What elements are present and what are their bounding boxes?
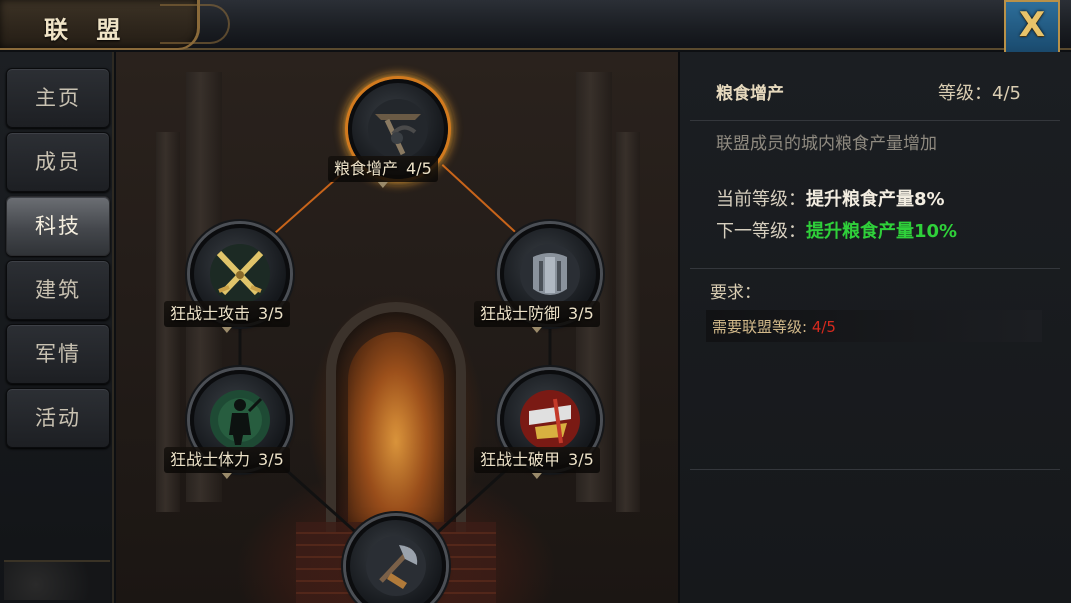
tech-node-label: 狂战士破甲 3/5: [474, 447, 600, 473]
sidebar-ornament: [4, 560, 110, 600]
tech-node-level: 3/5: [568, 304, 594, 323]
sidebar-item-tech[interactable]: 科技: [6, 196, 110, 256]
title-ornament: [160, 4, 230, 44]
tech-node-label: 狂战士防御 3/5: [474, 301, 600, 327]
tech-node-level: 3/5: [258, 450, 284, 469]
crossed-swords-icon: [210, 244, 270, 304]
tech-node-label: 狂战士攻击 3/5: [164, 301, 290, 327]
tech-detail-panel: 粮食增产 等级：4/5 联盟成员的城内粮食产量增加 当前等级：提升粮食产量8% …: [678, 52, 1071, 603]
close-icon[interactable]: X: [1019, 2, 1045, 48]
tech-node-label: 狂战士体力 3/5: [164, 447, 290, 473]
next-level-value: 提升粮食产量10%: [806, 221, 958, 242]
next-level-row: 下一等级：提升粮食产量10%: [716, 217, 957, 243]
tech-node-name: 狂战士体力: [170, 450, 251, 469]
tech-node-name: 狂战士破甲: [480, 450, 561, 469]
requirement-label: 需要联盟等级:: [712, 318, 812, 336]
sidebar-item-buildings[interactable]: 建筑: [6, 260, 110, 320]
tech-node-level: 4/5: [406, 159, 432, 178]
current-level-row: 当前等级：提升粮食产量8%: [716, 185, 945, 211]
sidebar-item-members[interactable]: 成员: [6, 132, 110, 192]
tech-detail-description: 联盟成员的城内粮食产量增加: [716, 134, 937, 154]
current-level-label: 当前等级：: [716, 189, 806, 210]
sidebar-item-intel[interactable]: 军情: [6, 324, 110, 384]
axe-icon: [366, 536, 426, 596]
sidebar: 主页 成员 科技 建筑 军情 活动: [0, 52, 114, 603]
divider: [690, 469, 1060, 470]
warrior-silhouette-icon: [210, 390, 270, 450]
current-level-value: 提升粮食产量8%: [806, 189, 945, 210]
top-bar: 联 盟 X: [0, 0, 1071, 66]
divider: [690, 268, 1060, 269]
armor-break-icon: [520, 390, 580, 450]
tech-node-label: 粮食增产 4/5: [328, 156, 438, 182]
sidebar-item-home[interactable]: 主页: [6, 68, 110, 128]
divider: [690, 120, 1060, 121]
tech-node-name: 粮食增产: [334, 159, 399, 178]
tech-tree: 粮食增产 4/5 狂战士攻击 3/5 狂战士防御 3/5 狂战士体力 3/5 狂…: [116, 52, 678, 603]
sidebar-item-events[interactable]: 活动: [6, 388, 110, 448]
tech-node-level: 3/5: [568, 450, 594, 469]
requirement-row: 需要联盟等级: 4/5: [706, 310, 1042, 342]
tech-node-level: 3/5: [258, 304, 284, 323]
next-level-label: 下一等级：: [716, 221, 806, 242]
requirement-value: 4/5: [811, 318, 836, 336]
requirements-title: 要求：: [710, 283, 761, 303]
tech-node-name: 狂战士攻击: [170, 304, 251, 323]
tech-detail-level: 等级：4/5: [938, 83, 1021, 104]
armor-icon: [520, 244, 580, 304]
page-title: 联 盟: [44, 16, 131, 44]
requirement-text: 需要联盟等级: 4/5: [712, 316, 836, 337]
food-production-icon: [368, 99, 428, 159]
tech-node-name: 狂战士防御: [480, 304, 561, 323]
tech-detail-name: 粮食增产: [716, 84, 784, 104]
